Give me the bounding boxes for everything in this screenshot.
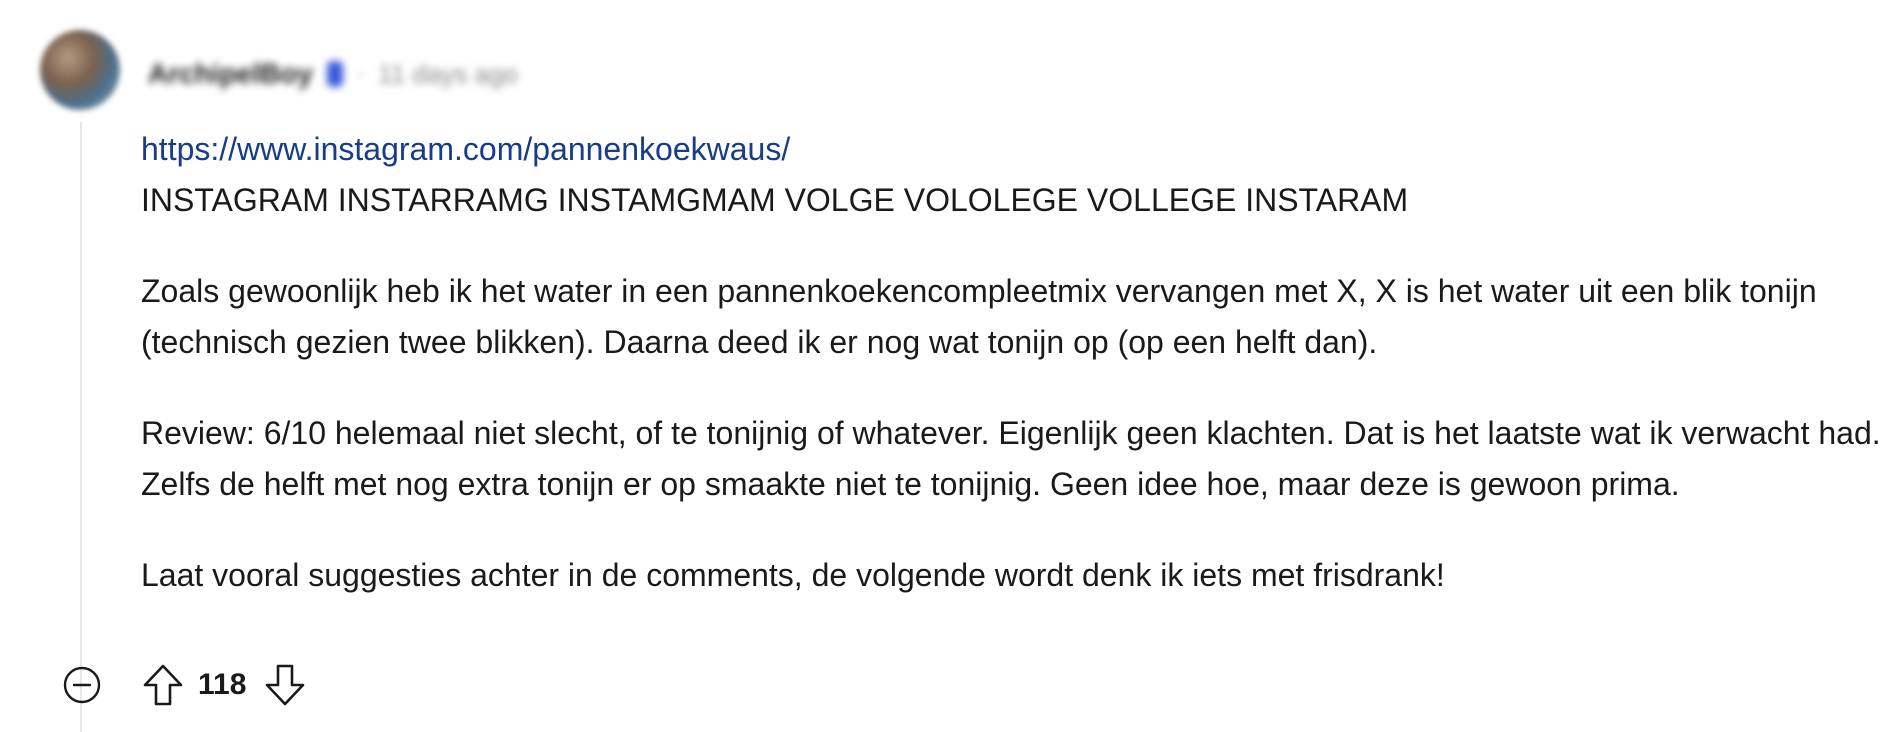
timestamp[interactable]: 11 days ago — [378, 59, 518, 90]
meta-separator: · — [356, 61, 365, 86]
paragraph-recipe: Zoals gewoonlijk heb ik het water in een… — [141, 273, 1817, 360]
paragraph-suggestions: Laat vooral suggesties achter in de comm… — [141, 557, 1445, 593]
comment-body: https://www.instagram.com/pannenkoekwaus… — [141, 124, 1886, 601]
comment: ArchipelBoy · 11 days ago https://www.in… — [0, 0, 1902, 732]
instagram-link[interactable]: https://www.instagram.com/pannenkoekwaus… — [141, 131, 790, 167]
user-badge-icon — [326, 61, 343, 87]
downvote-button[interactable] — [260, 660, 310, 710]
link-line: https://www.instagram.com/pannenkoekwaus… — [141, 124, 1886, 175]
downvote-arrow-icon — [266, 664, 305, 706]
username[interactable]: ArchipelBoy — [148, 58, 313, 90]
comment-meta: ArchipelBoy · 11 days ago — [148, 54, 518, 94]
shout-line: INSTAGRAM INSTARRAMG INSTAMGMAM VOLGE VO… — [141, 182, 1409, 218]
collapse-minus-icon — [63, 666, 101, 704]
collapse-button[interactable] — [60, 663, 104, 707]
upvote-button[interactable] — [138, 660, 188, 710]
comment-actions: 118 — [60, 660, 310, 710]
paragraph-review: Review: 6/10 helemaal niet slecht, of te… — [141, 415, 1881, 502]
upvote-arrow-icon — [143, 664, 183, 706]
thread-line[interactable] — [80, 122, 82, 732]
vote-score: 118 — [198, 668, 247, 701]
avatar[interactable] — [40, 30, 120, 110]
